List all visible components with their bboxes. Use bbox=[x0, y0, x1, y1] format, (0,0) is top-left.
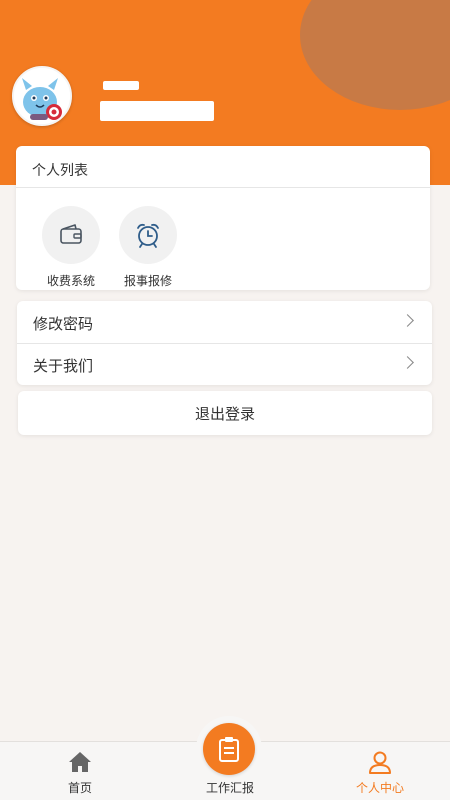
tab-home[interactable]: 首页 bbox=[40, 742, 120, 800]
user-name-redacted bbox=[103, 81, 139, 90]
cartoon-mascot-avatar-icon bbox=[14, 68, 70, 124]
user-id-redacted bbox=[100, 101, 214, 121]
tab-label: 首页 bbox=[67, 781, 92, 795]
menu-item-about-us[interactable]: 关于我们 bbox=[17, 343, 432, 385]
avatar[interactable] bbox=[12, 66, 72, 126]
work-report-center-button[interactable] bbox=[203, 723, 255, 775]
menu-item-change-password[interactable]: 修改密码 bbox=[17, 301, 432, 343]
menu-item-label: 关于我们 bbox=[33, 357, 94, 375]
personal-list-card: 个人列表 收费系统 报事报修 bbox=[16, 146, 430, 290]
feature-label: 收费系统 bbox=[46, 274, 95, 288]
feature-icon-circle bbox=[119, 206, 177, 264]
tab-personal-center[interactable]: 个人中心 bbox=[338, 742, 422, 800]
feature-report-repair[interactable]: 报事报修 bbox=[113, 206, 183, 289]
tab-label: 个人中心 bbox=[355, 781, 404, 795]
user-icon bbox=[369, 751, 391, 774]
feature-billing-system[interactable]: 收费系统 bbox=[36, 206, 106, 289]
chevron-right-icon bbox=[401, 356, 414, 369]
settings-menu: 修改密码 关于我们 bbox=[17, 301, 432, 385]
feature-icon-circle bbox=[42, 206, 100, 264]
chevron-right-icon bbox=[401, 314, 414, 327]
alarm-clock-icon bbox=[137, 223, 159, 248]
personal-list-title: 个人列表 bbox=[32, 163, 88, 179]
clipboard-icon bbox=[219, 737, 239, 762]
header-decoration bbox=[300, 0, 450, 110]
personal-center-page: 个人列表 收费系统 报事报修 修改密码 关于我们 退出登录 首页 工作汇报 个人… bbox=[0, 0, 450, 800]
menu-item-label: 修改密码 bbox=[33, 315, 94, 333]
feature-label: 报事报修 bbox=[123, 274, 172, 288]
logout-button[interactable]: 退出登录 bbox=[18, 391, 432, 435]
divider bbox=[16, 187, 430, 188]
wallet-icon bbox=[60, 224, 82, 244]
home-icon bbox=[69, 752, 91, 772]
